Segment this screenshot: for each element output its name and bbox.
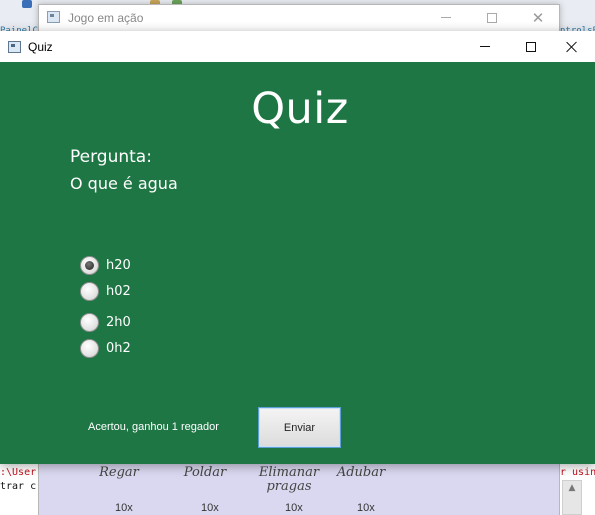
- submit-button[interactable]: Enviar: [258, 407, 341, 448]
- quiz-window-titlebar[interactable]: Quiz: [0, 31, 595, 62]
- scrollbar[interactable]: ▲: [562, 480, 582, 515]
- close-icon: ✕: [531, 9, 545, 27]
- answer-option-2h0[interactable]: 2h0: [80, 313, 131, 332]
- answer-option-label: 0h2: [106, 341, 131, 356]
- app-window-icon: [47, 11, 60, 23]
- answer-option-0h2[interactable]: 0h2: [80, 339, 131, 358]
- background-window-stats: Regar Poldar Elimanar pragas Adubar 10x …: [39, 463, 559, 515]
- stat-value-adubar: 10x: [357, 502, 375, 514]
- maximize-button[interactable]: [508, 31, 554, 62]
- console-line: r usin: [560, 467, 595, 478]
- close-icon: [566, 41, 578, 53]
- answer-option-label: h02: [106, 284, 131, 299]
- stat-label-adubar: Adubar: [336, 465, 386, 480]
- app-window-icon: [8, 41, 21, 53]
- radio-button-selected[interactable]: [80, 256, 99, 275]
- background-window-title: Jogo em ação: [68, 11, 144, 25]
- stat-value-regar: 10x: [115, 502, 133, 514]
- maximize-button[interactable]: [469, 5, 515, 31]
- feedback-message: Acertou, ganhou 1 regador: [88, 421, 219, 433]
- console-output-left: :\User trar c: [0, 463, 38, 515]
- console-line: :\User: [0, 467, 37, 478]
- minimize-icon: [480, 46, 490, 47]
- quiz-body: Quiz Pergunta: O que é agua h20 h02 2h0 …: [0, 62, 595, 464]
- close-button[interactable]: [549, 31, 595, 62]
- console-line: trar c: [0, 481, 37, 492]
- answer-option-label: 2h0: [106, 315, 131, 330]
- question-text: O que é agua: [70, 174, 178, 193]
- quiz-window: Quiz Quiz Pergunta: O que é agua h20 h02…: [0, 31, 595, 464]
- stat-value-elimanar-pragas: 10x: [285, 502, 303, 514]
- radio-button[interactable]: [80, 339, 99, 358]
- answer-option-label: h20: [106, 258, 131, 273]
- minimize-button[interactable]: [423, 5, 469, 31]
- quiz-window-title: Quiz: [28, 40, 53, 54]
- minimize-icon: [441, 17, 451, 18]
- stat-label-poldar: Poldar: [183, 465, 227, 480]
- maximize-icon: [526, 41, 536, 52]
- stat-label-elimanar-pragas: Elimanar pragas: [258, 465, 320, 494]
- question-label: Pergunta:: [70, 147, 152, 167]
- stat-label-regar: Regar: [99, 465, 139, 480]
- answer-option-h02[interactable]: h02: [80, 282, 131, 301]
- background-window-titlebar[interactable]: Jogo em ação ✕: [39, 5, 559, 31]
- stat-value-poldar: 10x: [201, 502, 219, 514]
- radio-button[interactable]: [80, 313, 99, 332]
- maximize-icon: [487, 12, 497, 23]
- minimize-button[interactable]: [462, 31, 508, 62]
- page-title: Quiz: [251, 84, 349, 134]
- close-button[interactable]: ✕: [515, 5, 561, 31]
- radio-button[interactable]: [80, 282, 99, 301]
- toolbar-tool-icon[interactable]: [22, 0, 32, 8]
- chevron-up-icon: ▲: [568, 483, 576, 493]
- answer-option-h20[interactable]: h20: [80, 256, 131, 275]
